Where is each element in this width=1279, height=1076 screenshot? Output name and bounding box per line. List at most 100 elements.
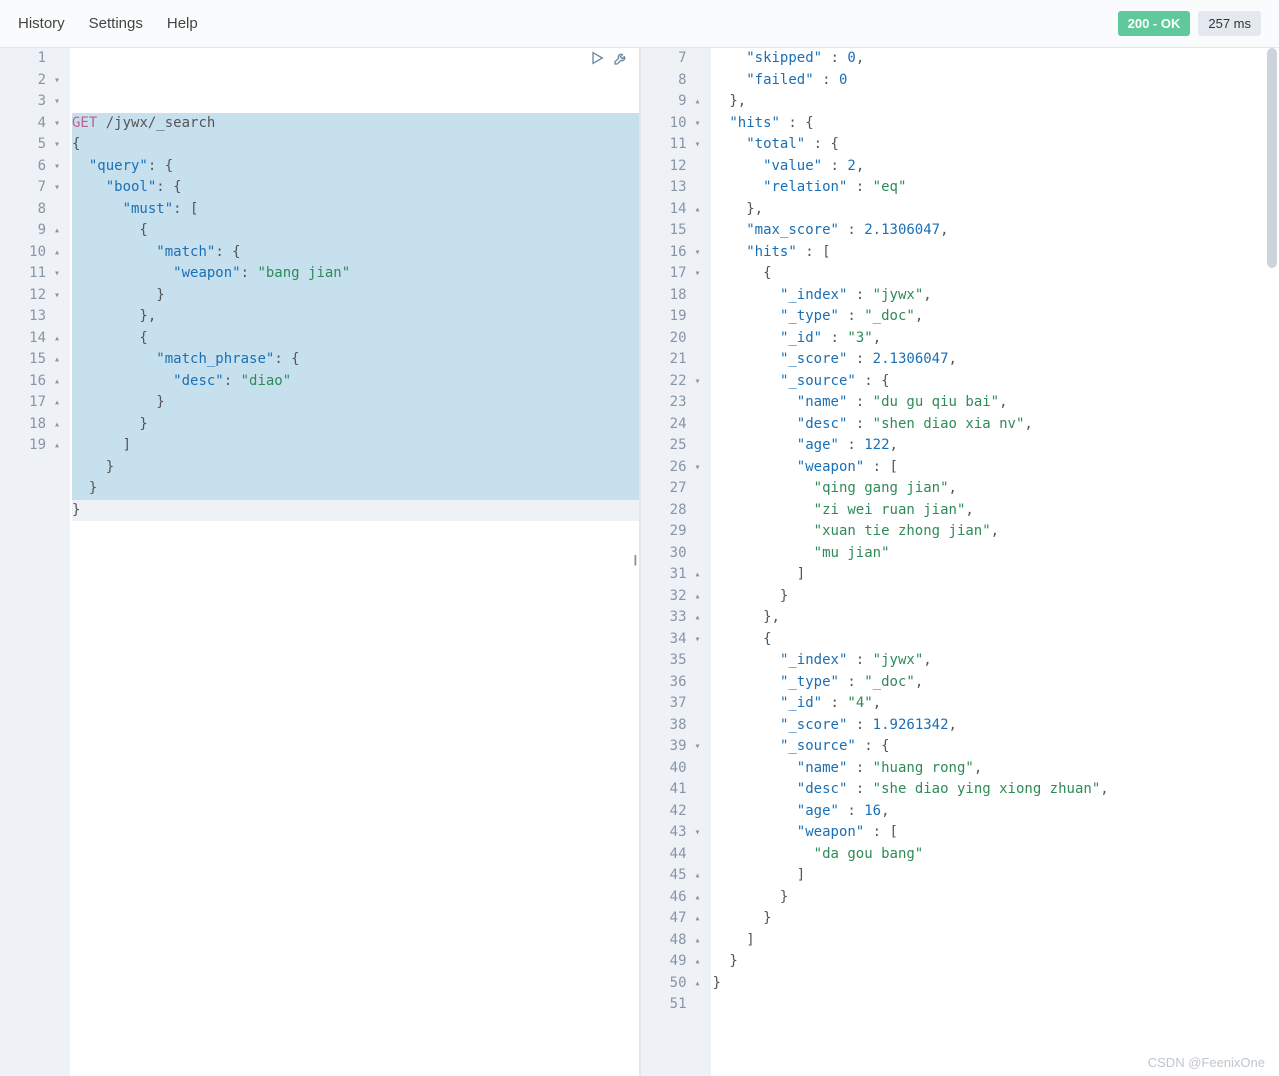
fold-toggle-icon[interactable]: ▾ [691, 736, 701, 758]
code-line[interactable]: } [72, 500, 639, 522]
code-line[interactable]: "relation" : "eq" [713, 177, 1279, 199]
menu-help[interactable]: Help [167, 15, 198, 32]
fold-toggle-icon[interactable]: ▴ [691, 564, 701, 586]
fold-toggle-icon[interactable]: ▴ [691, 91, 701, 113]
code-line[interactable]: }, [713, 91, 1279, 113]
fold-toggle-icon[interactable]: ▾ [50, 156, 60, 178]
code-line[interactable]: } [72, 392, 639, 414]
code-line[interactable]: } [713, 951, 1279, 973]
code-line[interactable]: "value" : 2, [713, 156, 1279, 178]
code-line[interactable]: "desc": "diao" [72, 371, 639, 393]
fold-toggle-icon[interactable]: ▴ [691, 930, 701, 952]
fold-toggle-icon[interactable]: ▾ [50, 91, 60, 113]
code-line[interactable]: "_score" : 2.1306047, [713, 349, 1279, 371]
fold-toggle-icon[interactable]: ▴ [50, 371, 60, 393]
code-line[interactable]: "hits" : [ [713, 242, 1279, 264]
fold-toggle-icon[interactable]: ▴ [691, 951, 701, 973]
response-viewer[interactable]: "skipped" : 0, "failed" : 0 }, "hits" : … [711, 48, 1279, 1076]
timing-badge[interactable]: 257 ms [1198, 11, 1261, 36]
fold-toggle-icon[interactable]: ▴ [691, 607, 701, 629]
code-line[interactable]: { [713, 263, 1279, 285]
code-line[interactable]: ] [713, 564, 1279, 586]
menu-history[interactable]: History [18, 15, 65, 32]
fold-toggle-icon[interactable]: ▾ [691, 113, 701, 135]
code-line[interactable]: "_type" : "_doc", [713, 672, 1279, 694]
fold-toggle-icon[interactable]: ▾ [691, 242, 701, 264]
code-line[interactable]: { [713, 629, 1279, 651]
code-line[interactable]: "_type" : "_doc", [713, 306, 1279, 328]
code-line[interactable]: "hits" : { [713, 113, 1279, 135]
code-line[interactable]: "_source" : { [713, 371, 1279, 393]
code-line[interactable]: "_id" : "4", [713, 693, 1279, 715]
code-line[interactable]: "xuan tie zhong jian", [713, 521, 1279, 543]
code-line[interactable]: "skipped" : 0, [713, 48, 1279, 70]
fold-toggle-icon[interactable]: ▾ [50, 70, 60, 92]
fold-toggle-icon[interactable]: ▴ [50, 242, 60, 264]
code-line[interactable]: } [72, 478, 639, 500]
code-line[interactable]: } [713, 887, 1279, 909]
fold-toggle-icon[interactable]: ▴ [691, 908, 701, 930]
fold-toggle-icon[interactable]: ▾ [691, 822, 701, 844]
fold-toggle-icon[interactable]: ▾ [691, 371, 701, 393]
fold-toggle-icon[interactable]: ▴ [50, 414, 60, 436]
code-line[interactable]: "name" : "huang rong", [713, 758, 1279, 780]
fold-toggle-icon[interactable]: ▴ [50, 435, 60, 457]
code-line[interactable]: ] [713, 930, 1279, 952]
code-line[interactable]: "desc" : "she diao ying xiong zhuan", [713, 779, 1279, 801]
code-line[interactable]: { [72, 328, 639, 350]
code-line[interactable]: } [72, 414, 639, 436]
code-line[interactable]: } [713, 586, 1279, 608]
fold-toggle-icon[interactable]: ▴ [50, 392, 60, 414]
code-line[interactable]: "mu jian" [713, 543, 1279, 565]
code-line[interactable]: "zi wei ruan jian", [713, 500, 1279, 522]
fold-toggle-icon[interactable]: ▾ [50, 263, 60, 285]
code-line[interactable]: "must": [ [72, 199, 639, 221]
code-line[interactable]: "query": { [72, 156, 639, 178]
code-line[interactable]: "match": { [72, 242, 639, 264]
code-line[interactable]: }, [72, 306, 639, 328]
code-line[interactable]: } [713, 908, 1279, 930]
code-line[interactable]: "age" : 122, [713, 435, 1279, 457]
fold-toggle-icon[interactable]: ▴ [50, 220, 60, 242]
response-scrollbar-thumb[interactable] [1267, 48, 1277, 268]
code-line[interactable]: "total" : { [713, 134, 1279, 156]
run-icon[interactable] [589, 50, 605, 74]
code-line[interactable]: }, [713, 607, 1279, 629]
code-line[interactable]: } [72, 285, 639, 307]
fold-toggle-icon[interactable]: ▴ [691, 865, 701, 887]
code-line[interactable]: "age" : 16, [713, 801, 1279, 823]
code-line[interactable]: "qing gang jian", [713, 478, 1279, 500]
code-line[interactable]: "_id" : "3", [713, 328, 1279, 350]
fold-toggle-icon[interactable]: ▾ [691, 134, 701, 156]
request-editor[interactable]: GET /jywx/_search{ "query": { "bool": { … [70, 48, 639, 1076]
code-line[interactable]: "max_score" : 2.1306047, [713, 220, 1279, 242]
code-line[interactable]: } [72, 457, 639, 479]
code-line[interactable]: "match_phrase": { [72, 349, 639, 371]
fold-toggle-icon[interactable]: ▾ [50, 134, 60, 156]
wrench-icon[interactable] [613, 50, 629, 74]
menu-settings[interactable]: Settings [89, 15, 143, 32]
fold-toggle-icon[interactable]: ▴ [691, 973, 701, 995]
code-line[interactable]: }, [713, 199, 1279, 221]
code-line[interactable]: ] [713, 865, 1279, 887]
code-line[interactable]: "_score" : 1.9261342, [713, 715, 1279, 737]
code-line[interactable]: "_index" : "jywx", [713, 285, 1279, 307]
response-scrollbar[interactable] [1267, 48, 1277, 1076]
fold-toggle-icon[interactable]: ▴ [691, 199, 701, 221]
code-line[interactable]: { [72, 220, 639, 242]
fold-toggle-icon[interactable]: ▾ [691, 629, 701, 651]
fold-toggle-icon[interactable]: ▴ [50, 349, 60, 371]
fold-toggle-icon[interactable]: ▾ [50, 113, 60, 135]
fold-toggle-icon[interactable]: ▾ [50, 177, 60, 199]
code-line[interactable]: "desc" : "shen diao xia nv", [713, 414, 1279, 436]
code-line[interactable] [713, 994, 1279, 1016]
code-line[interactable]: "weapon" : [ [713, 457, 1279, 479]
code-line[interactable]: "_source" : { [713, 736, 1279, 758]
code-line[interactable]: "weapon" : [ [713, 822, 1279, 844]
status-badge[interactable]: 200 - OK [1118, 11, 1191, 36]
fold-toggle-icon[interactable]: ▾ [691, 457, 701, 479]
code-line[interactable]: ] [72, 435, 639, 457]
fold-toggle-icon[interactable]: ▴ [691, 887, 701, 909]
code-line[interactable]: "bool": { [72, 177, 639, 199]
code-line[interactable]: { [72, 134, 639, 156]
